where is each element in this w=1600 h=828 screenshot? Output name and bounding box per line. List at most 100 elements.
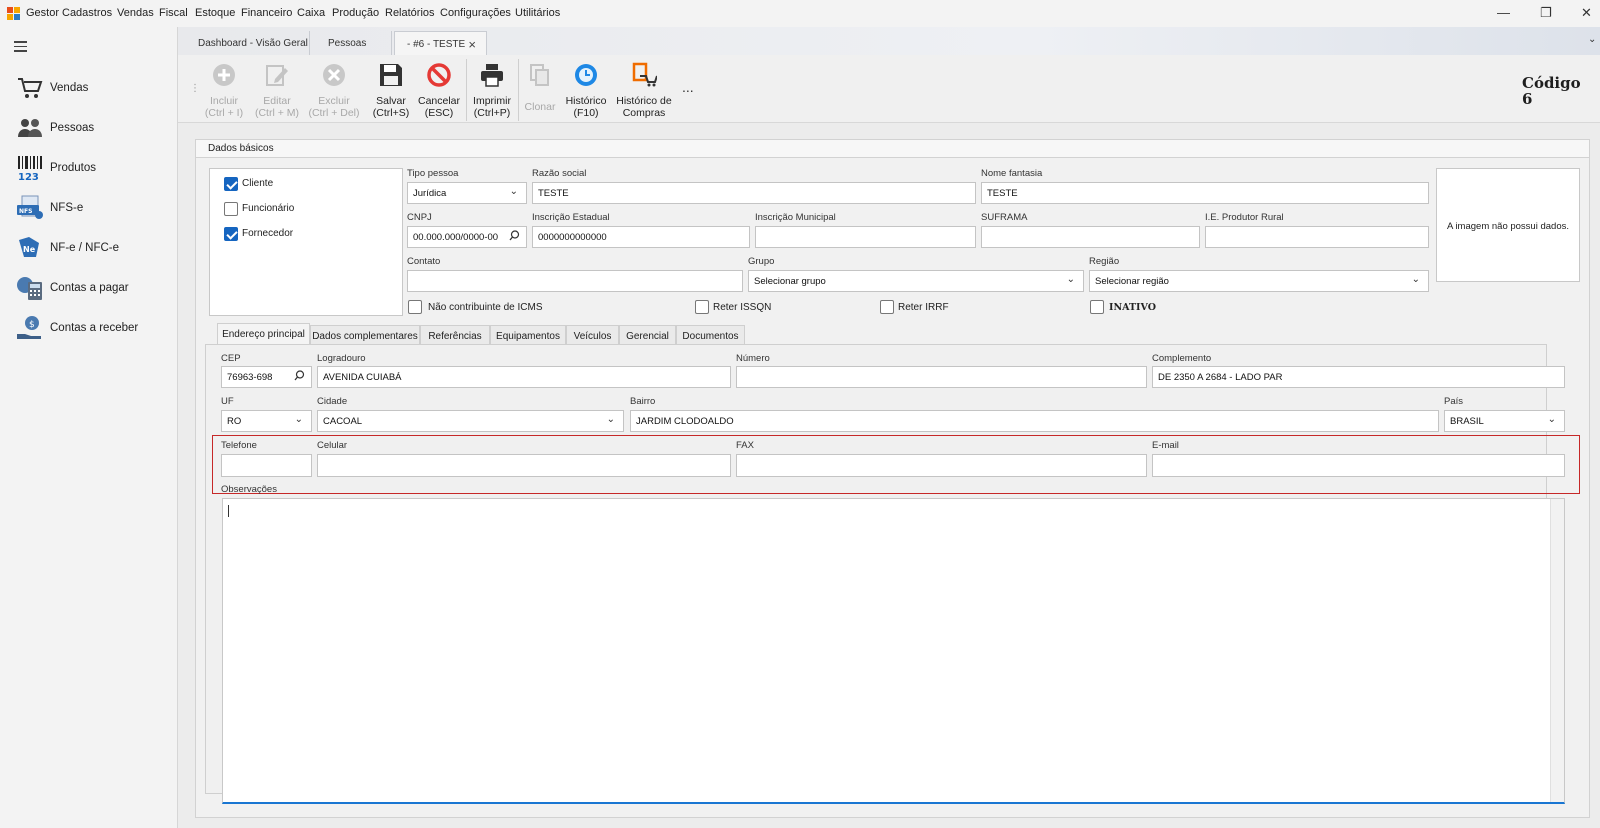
complemento-input[interactable]: DE 2350 A 2684 - LADO PAR (1152, 366, 1565, 388)
menu-estoque[interactable]: Estoque (195, 7, 235, 19)
produtor-rural-input[interactable] (1205, 226, 1429, 248)
telefone-input[interactable] (221, 454, 312, 477)
subtab-veiculos[interactable]: Veículos (566, 325, 619, 345)
menu-caixa[interactable]: Caixa (297, 7, 325, 19)
funcionario-checkbox[interactable] (224, 202, 238, 216)
roles-box (209, 168, 403, 316)
razao-social-value: TESTE (538, 188, 569, 199)
sidebar-item-contas-pagar[interactable]: Contas a pagar (16, 273, 166, 303)
razao-social-input[interactable]: TESTE (532, 182, 976, 204)
cnpj-input[interactable]: 00.000.000/0000-00 (407, 226, 527, 248)
subtab-gerencial[interactable]: Gerencial (619, 325, 676, 345)
tipo-pessoa-select[interactable]: Jurídica ⌄ (407, 182, 527, 204)
grupo-value: Selecionar grupo (754, 276, 826, 287)
reter-irrf-checkbox[interactable] (880, 300, 894, 314)
search-icon[interactable] (294, 370, 305, 381)
subtab-label: Equipamentos (496, 331, 560, 342)
im-input[interactable] (755, 226, 976, 248)
salvar-shortcut: (Ctrl+S) (372, 107, 410, 119)
nao-contribuinte-checkbox[interactable] (408, 300, 422, 314)
subtab-equipamentos[interactable]: Equipamentos (490, 325, 566, 345)
sidebar-item-pessoas[interactable]: Pessoas (16, 113, 166, 143)
email-input[interactable] (1152, 454, 1565, 477)
tab-dashboard[interactable]: Dashboard - Visão Geral (180, 31, 310, 55)
historico-button[interactable]: Histórico (F10) (562, 62, 610, 119)
subtab-dados-complementares[interactable]: Dados complementares (310, 325, 420, 345)
excluir-shortcut: (Ctrl + Del) (308, 107, 360, 119)
historico-label: Histórico (565, 95, 607, 107)
menu-cadastros[interactable]: Cadastros (62, 7, 112, 19)
logradouro-label: Logradouro (317, 353, 366, 364)
observacoes-scrollbar[interactable] (1550, 499, 1564, 802)
editar-shortcut: (Ctrl + M) (254, 107, 300, 119)
fax-input[interactable] (736, 454, 1147, 477)
menu-utilitarios[interactable]: Utilitários (515, 7, 560, 19)
menu-configuracoes[interactable]: Configurações (440, 7, 511, 19)
uf-select[interactable]: RO ⌄ (221, 410, 312, 432)
tabs-overflow-chevron-icon[interactable]: ⌄ (1588, 34, 1596, 45)
search-icon[interactable] (509, 230, 520, 241)
tab-pessoas[interactable]: Pessoas (310, 31, 392, 55)
bairro-input[interactable]: JARDIM CLODOALDO (630, 410, 1439, 432)
cidade-select[interactable]: CACOAL ⌄ (317, 410, 624, 432)
grip-icon[interactable]: ⋮ (190, 83, 200, 94)
cliente-checkbox[interactable] (224, 177, 238, 191)
restore-icon[interactable]: ❐ (1540, 5, 1552, 21)
pais-select[interactable]: BRASIL ⌄ (1444, 410, 1565, 432)
telefone-label: Telefone (221, 440, 257, 451)
tab-teste[interactable]: - #6 - TESTE × (394, 31, 487, 55)
codigo-value: 6 (1522, 90, 1533, 108)
incluir-button[interactable]: Incluir (Ctrl + I) (204, 62, 244, 119)
numero-input[interactable] (736, 366, 1147, 388)
more-options-button[interactable]: ... (682, 79, 694, 95)
grupo-select[interactable]: Selecionar grupo ⌄ (748, 270, 1084, 292)
menu-relatorios[interactable]: Relatórios (385, 7, 435, 19)
cep-input[interactable]: 76963-698 (221, 366, 312, 388)
sidebar-item-contas-receber[interactable]: $ Contas a receber (16, 313, 166, 343)
subtab-endereco-principal[interactable]: Endereço principal (217, 323, 310, 345)
menu-fiscal[interactable]: Fiscal (159, 7, 188, 19)
hamburger-icon[interactable] (14, 41, 27, 55)
photo-placeholder[interactable]: A imagem não possui dados. (1436, 168, 1580, 282)
imprimir-button[interactable]: Imprimir (Ctrl+P) (470, 62, 514, 119)
cart-icon (18, 78, 43, 98)
purchase-history-icon (632, 62, 658, 87)
reter-issqn-checkbox[interactable] (695, 300, 709, 314)
logradouro-value: AVENIDA CUIABÁ (323, 372, 402, 383)
salvar-button[interactable]: Salvar (Ctrl+S) (372, 62, 410, 119)
subtab-label: Gerencial (626, 331, 669, 342)
sidebar-item-nfse[interactable]: NFS NFS-e (16, 193, 166, 223)
nome-fantasia-input[interactable]: TESTE (981, 182, 1429, 204)
inativo-checkbox[interactable] (1090, 300, 1104, 314)
excluir-button[interactable]: Excluir (Ctrl + Del) (308, 62, 360, 119)
clonar-button[interactable]: Clonar (522, 62, 558, 113)
sidebar-item-nfe[interactable]: Ne NF-e / NFC-e (16, 233, 166, 263)
minimize-icon[interactable]: — (1497, 5, 1510, 20)
subtab-documentos[interactable]: Documentos (676, 325, 745, 345)
editar-button[interactable]: Editar (Ctrl + M) (254, 62, 300, 119)
menu-producao[interactable]: Produção (332, 7, 379, 19)
historico-compras-button[interactable]: Histórico de Compras (614, 62, 674, 119)
contato-input[interactable] (407, 270, 743, 292)
logradouro-input[interactable]: AVENIDA CUIABÁ (317, 366, 731, 388)
sidebar-item-produtos[interactable]: 123 Produtos (16, 153, 166, 183)
historico-shortcut: (F10) (573, 107, 599, 119)
edit-icon (266, 65, 288, 86)
celular-label: Celular (317, 440, 348, 451)
subtab-referencias[interactable]: Referências (420, 325, 490, 345)
menu-gestor[interactable]: Gestor (26, 7, 59, 19)
nao-contribuinte-label: Não contribuinte de ICMS (428, 302, 543, 313)
bairro-label: Bairro (630, 396, 656, 407)
cancelar-button[interactable]: Cancelar (ESC) (418, 62, 460, 119)
close-tab-icon[interactable]: × (468, 37, 476, 52)
sidebar-item-vendas[interactable]: Vendas (16, 73, 166, 103)
suframa-input[interactable] (981, 226, 1200, 248)
menu-vendas[interactable]: Vendas (117, 7, 154, 19)
fornecedor-checkbox[interactable] (224, 227, 238, 241)
observacoes-textarea[interactable] (222, 498, 1565, 804)
regiao-select[interactable]: Selecionar região ⌄ (1089, 270, 1429, 292)
close-window-icon[interactable]: ✕ (1581, 5, 1592, 21)
menu-financeiro[interactable]: Financeiro (241, 7, 292, 19)
celular-input[interactable] (317, 454, 731, 477)
ie-input[interactable]: 0000000000000 (532, 226, 750, 248)
